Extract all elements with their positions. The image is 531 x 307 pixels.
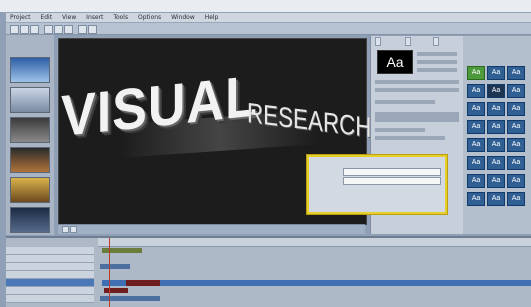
track-header[interactable] xyxy=(6,255,94,263)
tab-effects[interactable] xyxy=(433,37,439,46)
text-style-tile[interactable]: Aa xyxy=(467,174,485,188)
timeline-clip[interactable] xyxy=(104,288,128,293)
menu-insert[interactable]: Insert xyxy=(86,13,103,22)
timeline-clip[interactable] xyxy=(102,280,531,286)
property-field[interactable] xyxy=(417,68,457,72)
track-header[interactable] xyxy=(6,271,94,279)
media-thumbnail[interactable] xyxy=(10,117,50,143)
text-options-dialog xyxy=(307,155,447,214)
tab-style[interactable] xyxy=(405,37,411,46)
media-thumbnail[interactable] xyxy=(10,147,50,173)
text-styles-gallery: Aa Aa Aa Aa Aa Aa Aa Aa Aa Aa Aa Aa Aa A… xyxy=(463,36,531,234)
media-bin xyxy=(6,35,54,235)
paste-icon[interactable] xyxy=(64,25,73,34)
menu-project[interactable]: Project xyxy=(10,13,31,22)
text-style-tile[interactable]: Aa xyxy=(507,174,525,188)
media-thumbnail[interactable] xyxy=(10,57,50,83)
window-chrome xyxy=(0,0,531,12)
text-style-tile[interactable]: Aa xyxy=(507,102,525,116)
cut-icon[interactable] xyxy=(44,25,53,34)
text-style-tile[interactable]: Aa xyxy=(467,102,485,116)
menu-view[interactable]: View xyxy=(62,13,76,22)
property-field[interactable] xyxy=(375,100,435,104)
new-icon[interactable] xyxy=(10,25,19,34)
text-style-tile[interactable]: Aa xyxy=(487,66,505,80)
track-header[interactable] xyxy=(6,295,94,303)
property-field[interactable] xyxy=(375,88,459,92)
text-style-tile[interactable]: Aa xyxy=(507,66,525,80)
text-style-tile[interactable]: Aa xyxy=(467,66,485,80)
track-header[interactable] xyxy=(6,263,94,271)
media-thumbnail[interactable] xyxy=(10,177,50,203)
menu-tools[interactable]: Tools xyxy=(113,13,128,22)
property-field[interactable] xyxy=(375,136,445,140)
track-header[interactable] xyxy=(6,247,94,255)
menu-help[interactable]: Help xyxy=(205,13,219,22)
timeline-clip[interactable] xyxy=(100,264,130,269)
font-preview: Aa xyxy=(377,50,413,74)
media-thumbnail[interactable] xyxy=(10,87,50,113)
text-style-tile[interactable]: Aa xyxy=(467,192,485,206)
menu-options[interactable]: Options xyxy=(138,13,161,22)
preview-controls xyxy=(58,224,365,234)
text-style-tile[interactable]: Aa xyxy=(507,120,525,134)
media-thumbnail[interactable] xyxy=(10,207,50,233)
property-field[interactable] xyxy=(375,128,425,132)
toolbar xyxy=(6,23,531,35)
text-style-tile[interactable]: Aa xyxy=(507,84,525,98)
menu-edit[interactable]: Edit xyxy=(40,13,52,22)
text-style-tile[interactable]: Aa xyxy=(467,84,485,98)
timeline-clip[interactable] xyxy=(126,280,160,286)
property-group[interactable] xyxy=(375,112,459,122)
menu-bar: Project Edit View Insert Tools Options W… xyxy=(6,13,531,23)
text-style-tile[interactable]: Aa xyxy=(467,138,485,152)
play-icon[interactable] xyxy=(62,226,69,233)
copy-icon[interactable] xyxy=(54,25,63,34)
property-field[interactable] xyxy=(375,80,459,84)
text-style-tile[interactable]: Aa xyxy=(507,192,525,206)
property-field[interactable] xyxy=(417,52,457,56)
timeline-clip[interactable] xyxy=(102,248,142,253)
text-style-tile[interactable]: Aa xyxy=(487,120,505,134)
menu-window[interactable]: Window xyxy=(171,13,195,22)
redo-icon[interactable] xyxy=(88,25,97,34)
open-icon[interactable] xyxy=(20,25,29,34)
timeline xyxy=(6,236,531,307)
text-style-tile[interactable]: Aa xyxy=(467,156,485,170)
text-style-tile[interactable]: Aa xyxy=(507,138,525,152)
app-window: Project Edit View Insert Tools Options W… xyxy=(0,0,531,307)
undo-icon[interactable] xyxy=(78,25,87,34)
stop-icon[interactable] xyxy=(70,226,77,233)
text-style-tile[interactable]: Aa xyxy=(467,120,485,134)
playhead[interactable] xyxy=(109,238,110,307)
dialog-dropdown[interactable] xyxy=(343,168,441,176)
dialog-dropdown[interactable] xyxy=(343,177,441,185)
save-icon[interactable] xyxy=(30,25,39,34)
text-style-tile[interactable]: Aa xyxy=(487,174,505,188)
text-style-tile[interactable]: Aa xyxy=(507,156,525,170)
text-style-tile[interactable]: Aa xyxy=(487,192,505,206)
text-style-tile[interactable]: Aa xyxy=(487,156,505,170)
tab-properties[interactable] xyxy=(375,37,381,46)
track-header[interactable] xyxy=(6,287,94,295)
text-style-tile[interactable]: Aa xyxy=(487,102,505,116)
track-header-selected[interactable] xyxy=(6,279,94,287)
text-style-tile[interactable]: Aa xyxy=(487,84,505,98)
text-style-tile[interactable]: Aa xyxy=(487,138,505,152)
property-field[interactable] xyxy=(417,60,457,64)
timeline-ruler[interactable] xyxy=(98,238,531,247)
